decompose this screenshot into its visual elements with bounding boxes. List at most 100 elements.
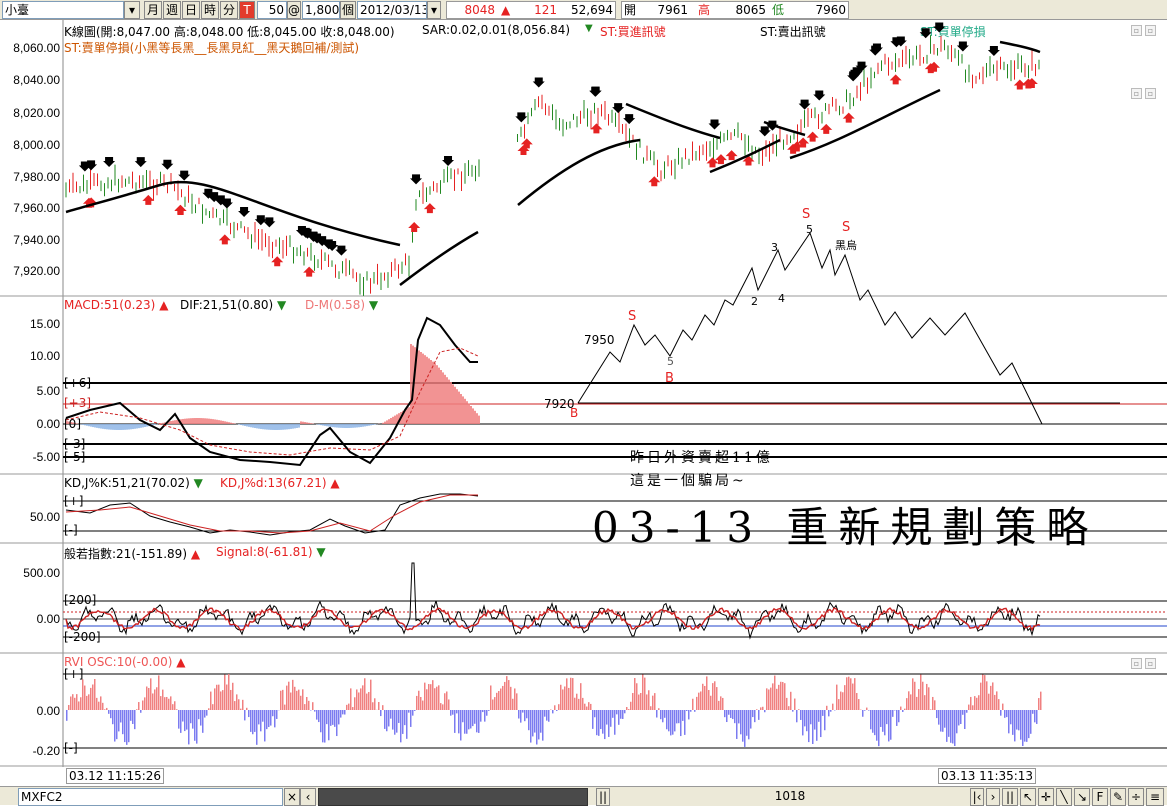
rvi-bar [676,710,678,723]
rvi-bar [108,710,110,714]
cursor-icon[interactable]: ↖ [1020,788,1036,806]
rvi-bar [738,710,740,723]
macd-bar [282,424,284,430]
rvi-bar [748,710,750,739]
rvi-bar [872,710,874,733]
dif-value: DIF:21,51(0.80) [180,298,273,312]
scroll-end-icon[interactable]: |‹ [970,788,984,806]
rvi-bar [372,702,374,710]
rvi-bar [340,710,342,718]
rvi-bar [928,687,930,710]
rvi-bar [850,678,852,710]
macd-bar [86,424,88,426]
macd-bar [348,424,350,428]
rvi-bar [220,691,222,710]
rvi-bar [692,699,694,710]
rvi-bar [492,699,494,710]
macd-level: [-5] [64,450,85,464]
sketch-label: 4 [778,292,785,305]
split-icon[interactable]: ÷ [1128,788,1144,806]
rvi-bar [124,710,126,742]
note-line-2: 這是一個騙局~ [630,470,747,490]
rvi-bar [486,710,488,716]
rvi-bar [884,710,886,735]
macd-bar [390,418,392,424]
rvi-bar [754,710,756,722]
rvi-bar [812,710,814,744]
rvi-bar [448,699,450,710]
macd-bar [462,396,464,424]
rvi-bar [130,710,132,721]
scroll-left-icon[interactable]: ‹ [300,788,316,806]
rvi-bar [642,675,644,710]
trend-icon[interactable]: ↘ [1074,788,1090,806]
rvi-bar [88,694,90,710]
macd-ytick: 10.00 [0,349,60,363]
rvi-bar [424,683,426,710]
menu-icon[interactable]: ≡ [1146,788,1164,806]
macd-bar [284,424,286,430]
rvi-bar [908,691,910,710]
scroll-handle-icon[interactable]: || [596,788,610,806]
rvi-bar [904,709,906,710]
macd-bar [162,423,164,424]
rvi-bar [982,674,984,710]
crosshair-icon[interactable]: ✛ [1038,788,1054,806]
rvi-bar [688,710,690,719]
macd-bar [138,424,140,428]
rvi-bar [972,705,974,710]
rvi-bar [726,710,728,722]
rvi-bar [126,710,128,745]
rvi-bar [226,685,228,710]
rvi-bar [728,710,730,715]
rvi-bar [800,710,802,720]
rvi-bar [786,698,788,710]
macd-bar [318,424,320,425]
sell-signal-icon [410,174,422,184]
close-tab-icon[interactable]: × [284,788,300,806]
symbol-tab[interactable]: MXFC2 [18,788,283,806]
macd-bar [244,424,246,426]
rvi-bar [338,710,340,724]
rvi-bar [316,710,318,720]
pause-icon[interactable]: || [1002,788,1018,806]
rvi-bar [84,686,86,710]
macd-bar [96,424,98,428]
rvi-bar [528,710,530,730]
rvi-bar [876,710,878,741]
rvi-bar [736,710,738,739]
macd-value: MACD:51(0.23) [64,298,155,312]
rvi-bar [964,710,966,729]
sell-signal-icon [515,112,527,122]
rvi-bar [404,710,406,725]
rvi-bar [922,682,924,710]
line-draw-icon[interactable]: ╲ [1056,788,1072,806]
rvi-bar [508,680,510,710]
macd-bar [386,420,388,424]
rvi-bar [830,710,832,712]
rvi-bar [432,680,434,710]
rvi-bar [792,710,794,712]
scrollbar-track[interactable] [318,788,588,806]
rvi-bar [948,710,950,737]
macd-bar [102,424,104,429]
eraser-icon[interactable]: ✎ [1110,788,1126,806]
macd-bar [224,421,226,424]
sell-signal-icon [920,28,932,38]
macd-bar [368,424,370,426]
rvi-bar [634,678,636,710]
macd-bar [120,424,122,430]
macd-bar [118,424,120,430]
sell-signal-icon [103,157,115,167]
rvi-bar [696,697,698,710]
rvi-bar [1038,698,1040,710]
macd-bar [220,420,222,424]
rvi-bar [710,696,712,710]
macd-bar [364,424,366,426]
rvi-bar [848,677,850,710]
rvi-bar [242,700,244,710]
scroll-right-icon[interactable]: › [986,788,1000,806]
macd-bar [424,355,426,424]
fibo-icon[interactable]: F [1092,788,1108,806]
rvi-bar [520,710,522,723]
